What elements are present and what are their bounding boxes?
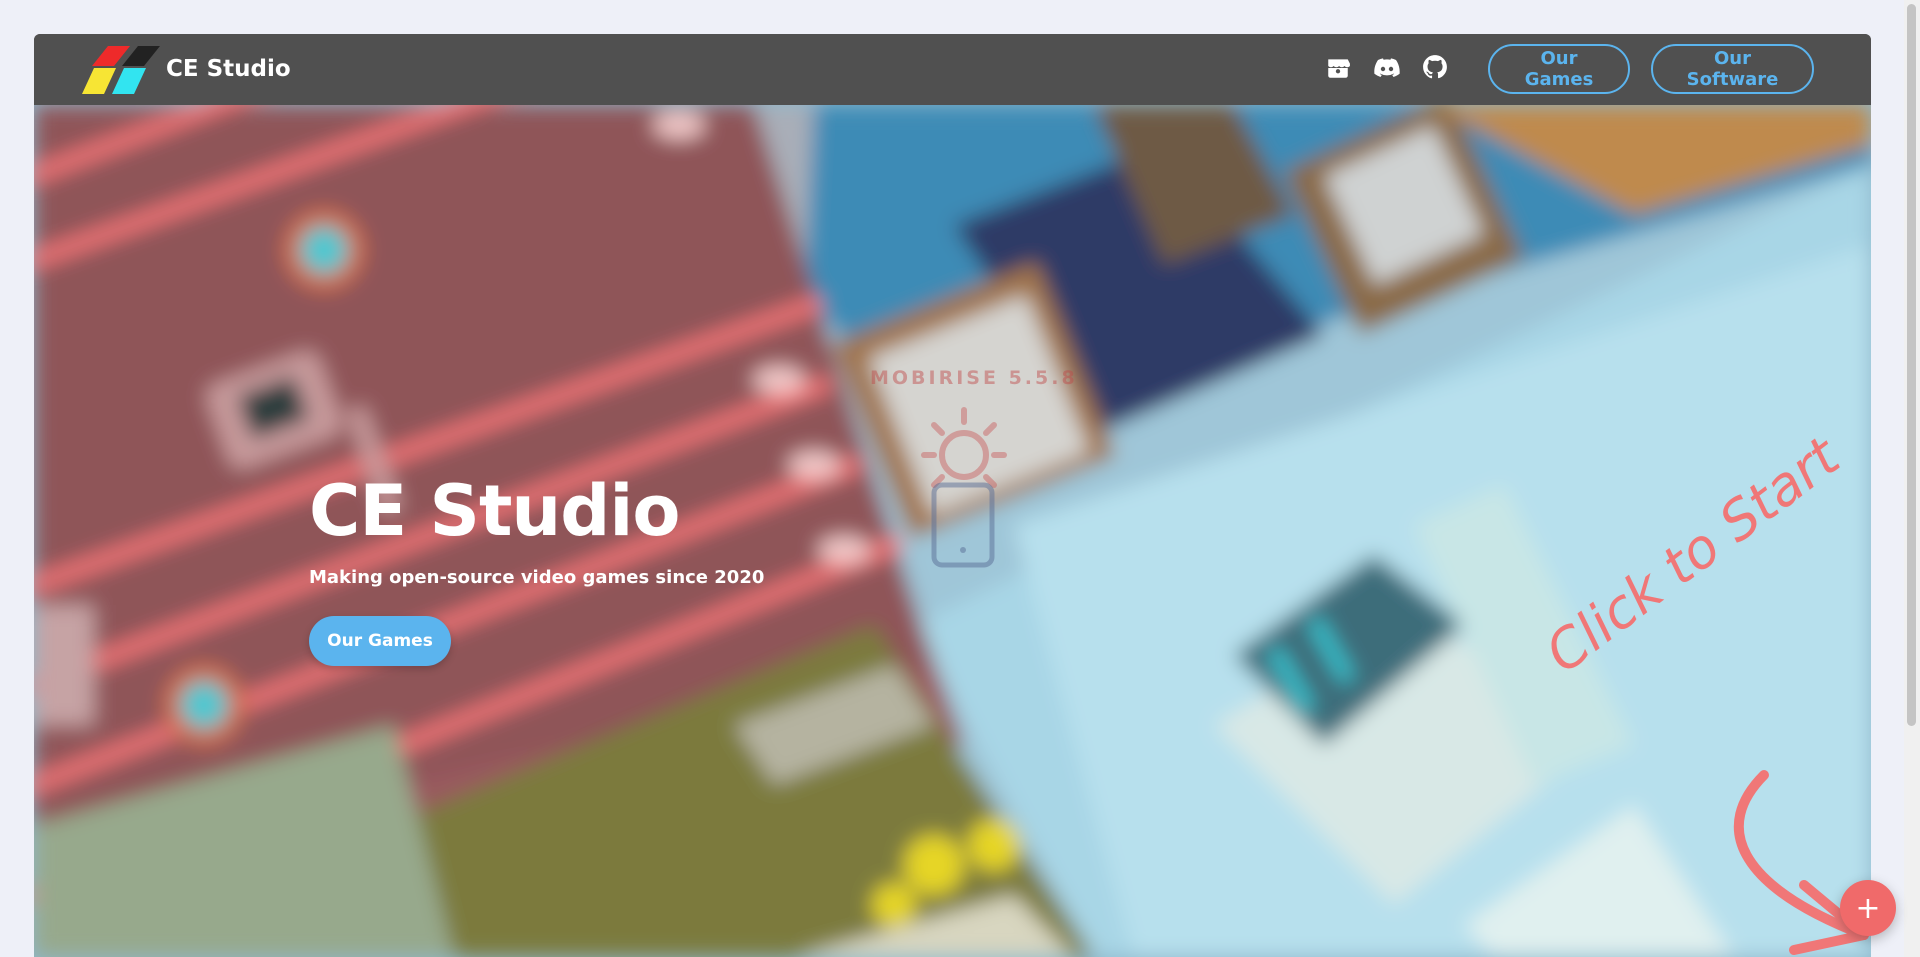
discord-icon[interactable]: [1373, 55, 1401, 81]
brand-logo-icon: [82, 46, 160, 94]
sun-phone-watermark-icon: [921, 407, 1007, 568]
itch-io-icon[interactable]: [1325, 55, 1351, 81]
brand[interactable]: CE Studio: [82, 44, 291, 94]
hero-section: MOBIRISE 5.5.8 CE Studio Making open-sou…: [34, 105, 1871, 957]
hero-title: CE Studio: [309, 470, 680, 552]
add-fab-button[interactable]: +: [1840, 880, 1896, 936]
nav-our-software-button[interactable]: Our Software: [1651, 44, 1814, 94]
hero-our-games-button[interactable]: Our Games: [309, 616, 451, 666]
mobirise-watermark: MOBIRISE 5.5.8: [870, 367, 1078, 389]
curved-arrow-icon: [1733, 770, 1869, 955]
scrollbar-thumb[interactable]: [1907, 4, 1916, 726]
hero-subtitle: Making open-source video games since 202…: [309, 567, 765, 588]
github-icon[interactable]: [1422, 54, 1448, 80]
nav-our-games-button[interactable]: Our Games: [1488, 44, 1630, 94]
brand-name: CE Studio: [166, 56, 291, 82]
navbar: CE Studio Our Games Our Software: [34, 34, 1871, 105]
page-frame: CE Studio Our Games Our Software MOBIRIS…: [34, 34, 1871, 957]
